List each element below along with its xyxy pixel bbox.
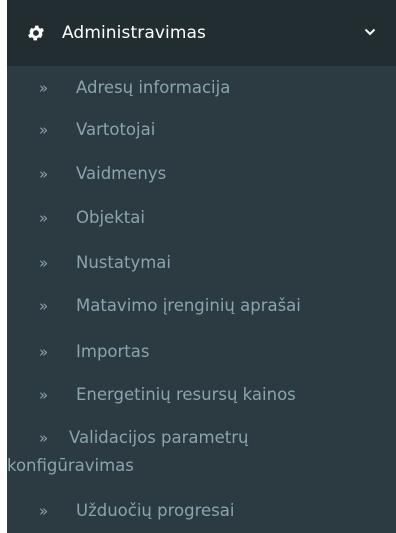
menu-item-label: Importas [76, 342, 150, 361]
double-chevron-right-icon: » [39, 502, 49, 520]
double-chevron-right-icon: » [39, 343, 49, 361]
double-chevron-right-icon: » [39, 297, 49, 315]
menu-item-validacijos-parametru-konfiguravimas[interactable]: » Validacijos parametrų konfigūravimas [7, 424, 367, 480]
menu-item-label: Matavimo įrenginių aprašai [76, 296, 301, 315]
sidebar-menu: Administravimas » Adresų informacija » Var… [7, 0, 396, 533]
menu-item-matavimo-irenginiu-aprasai[interactable]: » Matavimo įrenginių aprašai [7, 295, 396, 317]
menu-item-nustatymai[interactable]: » Nustatymai [7, 252, 396, 274]
menu-item-objektai[interactable]: » Objektai [7, 207, 396, 229]
menu-item-uzduociu-progresai[interactable]: » Užduočių progresai [7, 500, 396, 522]
menu-item-label: Nustatymai [76, 253, 171, 272]
menu-item-label: Užduočių progresai [76, 501, 235, 520]
menu-item-vaidmenys[interactable]: » Vaidmenys [7, 163, 396, 185]
menu-header-label: Administravimas [62, 23, 206, 43]
double-chevron-right-icon: » [39, 79, 49, 97]
double-chevron-right-icon: » [39, 165, 49, 183]
menu-item-energetiniu-resursu-kainos[interactable]: » Energetinių resursų kainos [7, 384, 396, 406]
submenu: » Adresų informacija » Vartotojai » Vaidmen… [7, 66, 396, 533]
menu-header-administravimas[interactable]: Administravimas [7, 0, 396, 66]
menu-item-label: Adresų informacija [76, 78, 231, 97]
menu-item-vartotojai[interactable]: » Vartotojai [7, 119, 396, 141]
menu-item-label: Energetinių resursų kainos [76, 385, 296, 404]
chevron-down-icon[interactable] [364, 27, 376, 37]
menu-item-label: Vaidmenys [76, 164, 167, 183]
double-chevron-right-icon: » [39, 209, 49, 227]
double-chevron-right-icon: » [39, 386, 49, 404]
double-chevron-right-icon: » [39, 429, 49, 447]
double-chevron-right-icon: » [39, 121, 49, 139]
menu-item-label: Objektai [76, 208, 145, 227]
double-chevron-right-icon: » [39, 254, 49, 272]
menu-item-importas[interactable]: » Importas [7, 341, 396, 363]
menu-item-label: Vartotojai [76, 120, 156, 139]
menu-item-adresu-informacija[interactable]: » Adresų informacija [7, 77, 396, 99]
gear-icon [28, 25, 44, 41]
